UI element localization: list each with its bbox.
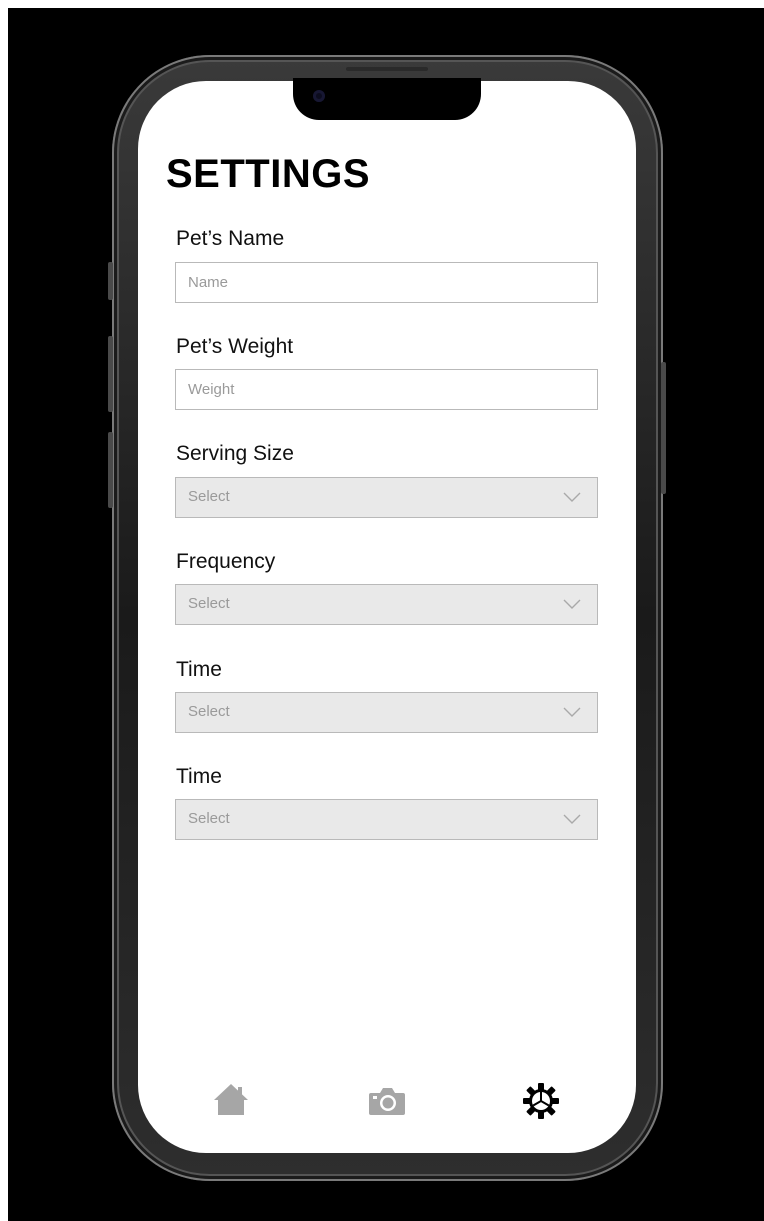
time-1-select[interactable]: Select: [175, 692, 598, 733]
gear-icon: [523, 1083, 559, 1119]
time-2-select[interactable]: Select: [175, 799, 598, 840]
chevron-down-icon: [563, 814, 581, 824]
front-camera: [313, 90, 325, 102]
pet-name-label: Pet’s Name: [176, 227, 285, 250]
page-title: SETTINGS: [166, 152, 371, 196]
pet-weight-label: Pet’s Weight: [176, 335, 294, 358]
chevron-down-icon: [563, 599, 581, 609]
serving-size-label: Serving Size: [176, 442, 294, 465]
frequency-label: Frequency: [176, 550, 276, 573]
nav-home-button[interactable]: [210, 1078, 252, 1120]
frequency-select[interactable]: Select: [175, 584, 598, 625]
home-icon: [214, 1084, 248, 1115]
serving-size-value: Select: [188, 488, 230, 505]
time-1-value: Select: [188, 703, 230, 720]
serving-size-select[interactable]: Select: [175, 477, 598, 518]
frequency-value: Select: [188, 595, 230, 612]
time-1-label: Time: [176, 658, 222, 681]
speaker-grille: [346, 67, 428, 71]
volume-down-button: [108, 432, 113, 508]
time-2-label: Time: [176, 765, 222, 788]
camera-icon: [369, 1088, 405, 1115]
volume-up-button: [108, 336, 113, 412]
chevron-down-icon: [563, 492, 581, 502]
nav-camera-button[interactable]: [366, 1080, 408, 1120]
pet-weight-input[interactable]: [175, 369, 598, 410]
power-button: [661, 362, 666, 494]
pet-name-input[interactable]: [175, 262, 598, 303]
chevron-down-icon: [563, 707, 581, 717]
nav-settings-button[interactable]: [520, 1080, 562, 1122]
mute-switch: [108, 262, 113, 300]
time-2-value: Select: [188, 810, 230, 827]
